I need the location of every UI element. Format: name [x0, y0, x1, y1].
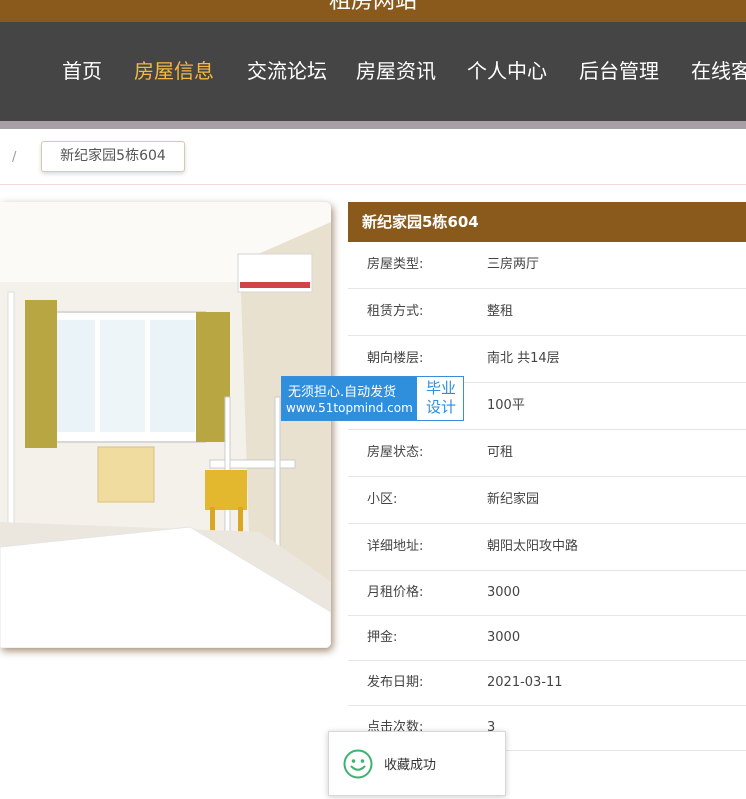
detail-row-deposit: 押金: 3000 — [348, 616, 746, 661]
nav-item-online-service[interactable]: 在线客 — [691, 58, 746, 84]
detail-row-address: 详细地址: 朝阳太阳攻中路 — [348, 524, 746, 571]
detail-title: 新纪家园5栋604 — [348, 202, 746, 242]
row-label: 发布日期: — [367, 675, 424, 690]
row-label: 小区: — [367, 492, 398, 507]
breadcrumb-separator: / — [12, 150, 17, 165]
row-label: 详细地址: — [367, 539, 424, 554]
nav-item-house-info[interactable]: 房屋信息 — [134, 58, 214, 84]
row-label: 押金: — [367, 630, 398, 645]
success-toast: 收藏成功 — [328, 731, 506, 796]
row-value: 可租 — [487, 445, 514, 460]
detail-row-monthly-rent: 月租价格: 3000 — [348, 571, 746, 616]
room-illustration — [0, 202, 331, 648]
house-detail-panel: 新纪家园5栋604 房屋类型: 三房两厅 租赁方式: 整租 朝向楼层: 南北 共… — [348, 202, 746, 751]
row-label: 房屋类型: — [367, 257, 424, 272]
watermark-badge: 无须担心.自动发货 www.51topmind.com 毕业设计 — [281, 376, 464, 421]
row-label: 租赁方式: — [367, 304, 424, 319]
nav-item-home[interactable]: 首页 — [62, 58, 102, 84]
site-header: 租房网站 — [0, 0, 746, 22]
detail-row-house-type: 房屋类型: 三房两厅 — [348, 242, 746, 289]
smile-icon — [343, 749, 373, 779]
detail-row-lease-type: 租赁方式: 整租 — [348, 289, 746, 336]
site-title: 租房网站 — [328, 0, 417, 14]
nav-item-house-news[interactable]: 房屋资讯 — [356, 58, 436, 84]
row-label: 房屋状态: — [367, 445, 424, 460]
row-value: 朝阳太阳攻中路 — [487, 539, 579, 554]
breadcrumb-current[interactable]: 新纪家园5栋604 — [41, 141, 185, 172]
watermark-side: 毕业设计 — [425, 379, 456, 416]
house-photo — [0, 202, 331, 648]
row-value: 3000 — [487, 630, 521, 645]
row-value: 南北 共14层 — [487, 351, 560, 366]
row-value: 整租 — [487, 304, 514, 319]
row-value: 100平 — [487, 398, 525, 413]
main-nav: 首页 房屋信息 交流论坛 房屋资讯 个人中心 后台管理 在线客 — [0, 22, 746, 121]
row-value: 3000 — [487, 585, 521, 600]
detail-row-community: 小区: 新纪家园 — [348, 477, 746, 524]
row-value: 三房两厅 — [487, 257, 540, 272]
watermark-line1: 无须担心.自动发货 — [288, 385, 397, 400]
nav-item-admin[interactable]: 后台管理 — [579, 58, 659, 84]
nav-item-personal-center[interactable]: 个人中心 — [467, 58, 547, 84]
detail-row-status: 房屋状态: 可租 — [348, 430, 746, 477]
section-divider — [0, 184, 746, 185]
detail-row-publish-date: 发布日期: 2021-03-11 — [348, 661, 746, 706]
row-label: 月租价格: — [367, 585, 424, 600]
row-value: 2021-03-11 — [487, 675, 563, 690]
watermark-line2: www.51topmind.com — [286, 401, 413, 415]
nav-divider — [0, 121, 746, 129]
toast-message: 收藏成功 — [384, 758, 437, 773]
watermark-left: 无须担心.自动发货 www.51topmind.com — [282, 377, 417, 420]
nav-item-forum[interactable]: 交流论坛 — [247, 58, 327, 84]
row-value: 新纪家园 — [487, 492, 540, 507]
